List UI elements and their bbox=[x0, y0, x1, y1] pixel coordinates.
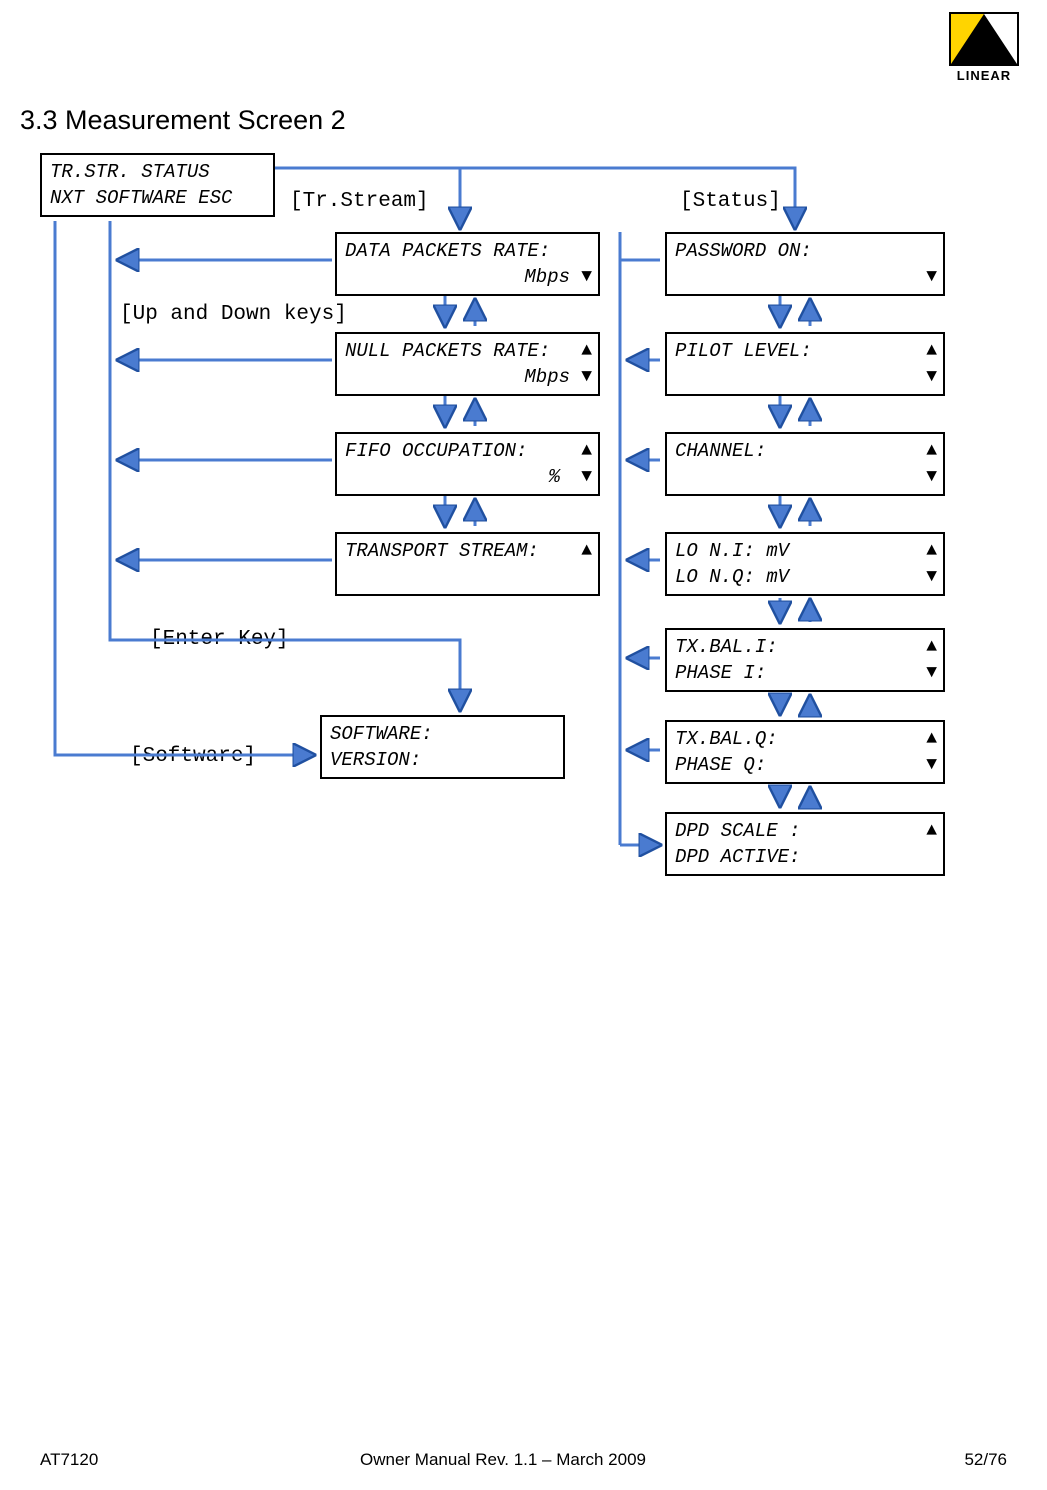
down-arrow-icon: ▼ bbox=[581, 464, 592, 490]
line2: LO N.Q: mV bbox=[675, 564, 935, 590]
line2: % bbox=[345, 464, 590, 490]
up-arrow-icon: ▲ bbox=[926, 634, 937, 660]
line1: CHANNEL: bbox=[675, 438, 935, 464]
label-software: [Software] bbox=[130, 745, 256, 768]
down-arrow-icon: ▼ bbox=[926, 564, 937, 590]
line2: Mbps bbox=[345, 364, 590, 390]
label-enter: [Enter Key] bbox=[150, 628, 289, 651]
down-arrow-icon: ▼ bbox=[926, 660, 937, 686]
label-up-down: [Up and Down keys] bbox=[120, 303, 347, 326]
line2: PHASE I: bbox=[675, 660, 935, 686]
down-arrow-icon: ▼ bbox=[926, 364, 937, 390]
up-arrow-icon: ▲ bbox=[926, 818, 937, 844]
box-txbal-i: TX.BAL.I: PHASE I: ▲ ▼ bbox=[665, 628, 945, 692]
up-arrow-icon: ▲ bbox=[581, 338, 592, 364]
line2: Mbps bbox=[345, 264, 590, 290]
section-heading: 3.3 Measurement Screen 2 bbox=[20, 105, 346, 136]
line1: SOFTWARE: bbox=[330, 721, 555, 747]
box-pilot: PILOT LEVEL: ▲ ▼ bbox=[665, 332, 945, 396]
up-arrow-icon: ▲ bbox=[926, 338, 937, 364]
logo-text: LINEAR bbox=[949, 68, 1019, 83]
down-arrow-icon: ▼ bbox=[926, 464, 937, 490]
menu-box: TR.STR. STATUS NXT SOFTWARE ESC bbox=[40, 153, 275, 217]
footer-right: 52/76 bbox=[964, 1450, 1007, 1470]
up-arrow-icon: ▲ bbox=[926, 726, 937, 752]
box-transport: TRANSPORT STREAM: ▲ bbox=[335, 532, 600, 596]
line1: PASSWORD ON: bbox=[675, 238, 935, 264]
line1: PILOT LEVEL: bbox=[675, 338, 935, 364]
box-software: SOFTWARE: VERSION: bbox=[320, 715, 565, 779]
down-arrow-icon: ▼ bbox=[926, 752, 937, 778]
line1: TX.BAL.I: bbox=[675, 634, 935, 660]
line1: TRANSPORT STREAM: bbox=[345, 538, 590, 564]
line1: NULL PACKETS RATE: bbox=[345, 338, 590, 364]
linear-logo: LINEAR bbox=[949, 12, 1019, 82]
box-password: PASSWORD ON: ▼ bbox=[665, 232, 945, 296]
box-fifo: FIFO OCCUPATION: % ▲ ▼ bbox=[335, 432, 600, 496]
label-status: [Status] bbox=[680, 190, 781, 213]
box-channel: CHANNEL: ▲ ▼ bbox=[665, 432, 945, 496]
up-arrow-icon: ▲ bbox=[581, 538, 592, 564]
line1: LO N.I: mV bbox=[675, 538, 935, 564]
up-arrow-icon: ▲ bbox=[926, 538, 937, 564]
label-tr-stream: [Tr.Stream] bbox=[290, 190, 429, 213]
up-arrow-icon: ▲ bbox=[581, 438, 592, 464]
box-dpd: DPD SCALE : DPD ACTIVE: ▲ bbox=[665, 812, 945, 876]
line1: TX.BAL.Q: bbox=[675, 726, 935, 752]
page: LINEAR 3.3 Measurement Screen 2 TR.STR. … bbox=[0, 0, 1047, 1490]
line1: DATA PACKETS RATE: bbox=[345, 238, 590, 264]
line2: DPD ACTIVE: bbox=[675, 844, 935, 870]
down-arrow-icon: ▼ bbox=[926, 264, 937, 290]
box-txbal-q: TX.BAL.Q: PHASE Q: ▲ ▼ bbox=[665, 720, 945, 784]
footer-center: Owner Manual Rev. 1.1 – March 2009 bbox=[360, 1450, 646, 1470]
menu-row2: NXT SOFTWARE ESC bbox=[50, 185, 265, 211]
up-arrow-icon: ▲ bbox=[926, 438, 937, 464]
line2: VERSION: bbox=[330, 747, 555, 773]
box-data-packets: DATA PACKETS RATE: Mbps ▼ bbox=[335, 232, 600, 296]
box-lo: LO N.I: mV LO N.Q: mV ▲ ▼ bbox=[665, 532, 945, 596]
down-arrow-icon: ▼ bbox=[581, 264, 592, 290]
box-null-packets: NULL PACKETS RATE: Mbps ▲ ▼ bbox=[335, 332, 600, 396]
down-arrow-icon: ▼ bbox=[581, 364, 592, 390]
line1: FIFO OCCUPATION: bbox=[345, 438, 590, 464]
line2: PHASE Q: bbox=[675, 752, 935, 778]
line1: DPD SCALE : bbox=[675, 818, 935, 844]
footer-left: AT7120 bbox=[40, 1450, 98, 1470]
menu-row1: TR.STR. STATUS bbox=[50, 159, 265, 185]
